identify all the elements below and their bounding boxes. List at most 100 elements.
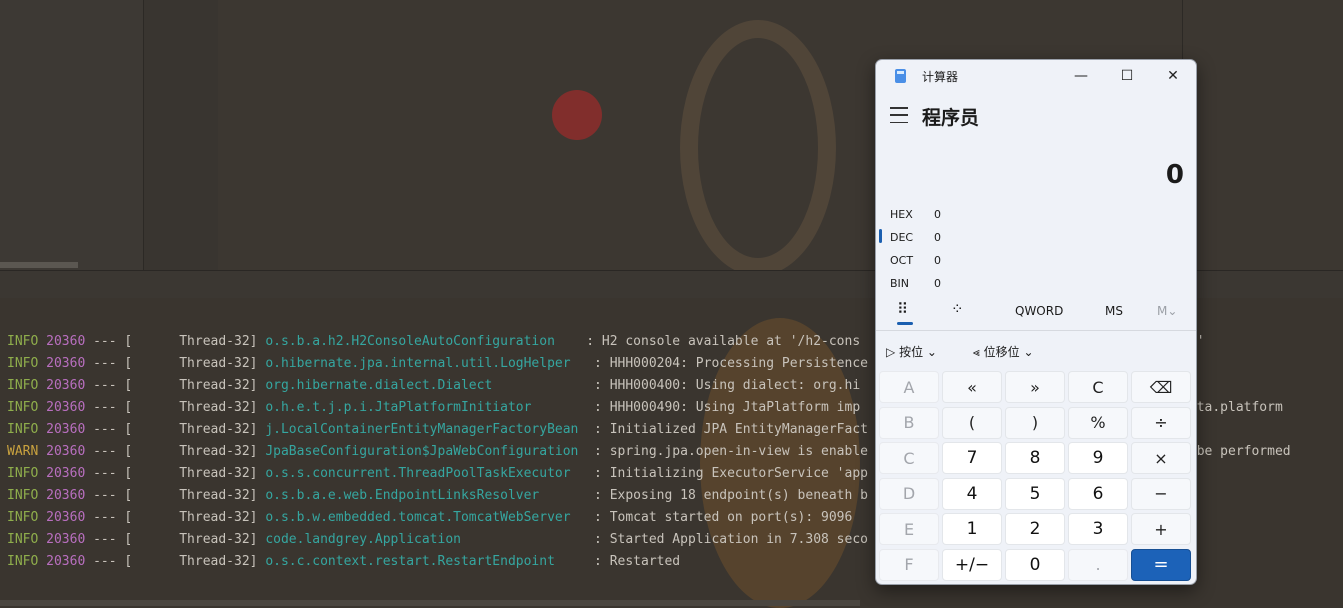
key-hex-1-0[interactable]: B bbox=[879, 406, 939, 439]
key-hex-4-0[interactable]: E bbox=[879, 513, 939, 545]
log-level: INFO bbox=[7, 466, 39, 481]
log-message: : Exposing 18 endpoint(s) beneath b bbox=[586, 488, 868, 503]
log-logger: j.LocalContainerEntityManagerFactoryBean bbox=[265, 422, 587, 437]
log-separator: --- [ bbox=[85, 488, 133, 503]
log-thread: Thread-32] bbox=[132, 356, 258, 371]
key-hex-3-0[interactable]: D bbox=[879, 477, 939, 510]
key-2-4[interactable]: × bbox=[1131, 442, 1191, 474]
log-logger: code.landgrey.Application bbox=[265, 532, 587, 547]
base-value: 0 bbox=[934, 277, 941, 290]
word-size-button[interactable]: QWORD bbox=[1015, 304, 1063, 318]
log-level: INFO bbox=[7, 510, 39, 525]
base-label: BIN bbox=[890, 277, 910, 290]
log-message: : Tomcat started on port(s): 9096 bbox=[586, 510, 853, 525]
memory-store-button[interactable]: MS bbox=[1105, 304, 1123, 318]
console-horizontal-scrollbar[interactable] bbox=[0, 600, 860, 606]
key-5-2[interactable]: 0 bbox=[1005, 548, 1065, 581]
calculator-window: 计算器 — ☐ ✕ 程序员 0 HEX 0 DEC 0 OCT 0 BIN 0 ⠿ ⁘ … bbox=[875, 59, 1197, 585]
log-pid: 20360 bbox=[46, 466, 86, 481]
full-keypad-icon[interactable]: ⠿ bbox=[897, 300, 908, 318]
log-level: INFO bbox=[7, 378, 39, 393]
key-0-2[interactable]: » bbox=[1005, 371, 1065, 403]
key-5-3[interactable]: . bbox=[1068, 548, 1128, 581]
result-display: 0 bbox=[1165, 160, 1184, 190]
key-2-3[interactable]: 9 bbox=[1068, 442, 1128, 474]
key-3-2[interactable]: 5 bbox=[1005, 477, 1065, 510]
base-value: 0 bbox=[934, 254, 941, 267]
log-level: INFO bbox=[7, 532, 39, 547]
bitshift-label: 位移位 bbox=[983, 345, 1020, 359]
log-logger: o.s.b.w.embedded.tomcat.TomcatWebServer bbox=[265, 510, 587, 525]
base-bin[interactable]: BIN 0 bbox=[890, 277, 941, 290]
log-separator: --- [ bbox=[85, 466, 133, 481]
bit-toggle-keypad-icon[interactable]: ⁘ bbox=[951, 300, 964, 318]
maximize-button[interactable]: ☐ bbox=[1104, 60, 1150, 92]
key-3-4[interactable]: − bbox=[1131, 477, 1191, 510]
bitshift-dropdown[interactable]: ⪡ 位移位 ⌄ bbox=[973, 343, 1034, 360]
log-pid: 20360 bbox=[46, 510, 86, 525]
key-4-3[interactable]: 3 bbox=[1068, 513, 1128, 545]
key-1-2[interactable]: ) bbox=[1005, 406, 1065, 439]
log-separator: --- [ bbox=[85, 356, 133, 371]
log-thread: Thread-32] bbox=[132, 444, 258, 459]
key-0-4[interactable]: ⌫ bbox=[1131, 371, 1191, 403]
log-thread: Thread-32] bbox=[132, 510, 258, 525]
log-message: : HHH000204: Processing Persistence bbox=[586, 356, 868, 371]
divider bbox=[876, 330, 1196, 331]
log-logger: o.h.e.t.j.p.i.JtaPlatformInitiator bbox=[265, 400, 587, 415]
key-5-4[interactable]: = bbox=[1131, 548, 1191, 581]
log-pid: 20360 bbox=[46, 444, 86, 459]
log-pid: 20360 bbox=[46, 334, 86, 349]
log-level: INFO bbox=[7, 400, 39, 415]
key-1-4[interactable]: ÷ bbox=[1131, 406, 1191, 439]
log-pid: 20360 bbox=[46, 422, 86, 437]
log-pid: 20360 bbox=[46, 488, 86, 503]
key-hex-2-0[interactable]: C bbox=[879, 442, 939, 474]
key-2-2[interactable]: 8 bbox=[1005, 442, 1065, 474]
log-separator: --- [ bbox=[85, 422, 133, 437]
key-0-1[interactable]: « bbox=[942, 371, 1002, 403]
key-hex-5-0[interactable]: F bbox=[879, 548, 939, 581]
key-2-1[interactable]: 7 bbox=[942, 442, 1002, 474]
bitwise-icon: ▷ bbox=[886, 345, 896, 359]
key-hex-0-0[interactable]: A bbox=[879, 371, 939, 403]
active-tab-indicator bbox=[897, 322, 913, 325]
window-title: 计算器 bbox=[922, 70, 959, 84]
horizontal-scrollbar[interactable] bbox=[0, 262, 78, 268]
key-5-1[interactable]: +/− bbox=[942, 548, 1002, 581]
chevron-down-icon: ⌄ bbox=[926, 345, 937, 359]
base-value: 0 bbox=[934, 208, 941, 221]
calculator-app-icon bbox=[895, 69, 906, 83]
wallpaper-ring-decoration bbox=[680, 20, 836, 276]
close-button[interactable]: ✕ bbox=[1150, 60, 1196, 92]
selected-base-indicator bbox=[879, 229, 882, 243]
base-hex[interactable]: HEX 0 bbox=[890, 208, 941, 221]
log-message: : Initialized JPA EntityManagerFact bbox=[586, 422, 868, 437]
log-level: INFO bbox=[7, 488, 39, 503]
log-logger: o.hibernate.jpa.internal.util.LogHelper bbox=[265, 356, 587, 371]
log-logger: org.hibernate.dialect.Dialect bbox=[265, 378, 587, 393]
base-oct[interactable]: OCT 0 bbox=[890, 254, 941, 267]
bitwise-label: 按位 bbox=[899, 345, 924, 359]
log-logger: o.s.s.concurrent.ThreadPoolTaskExecutor bbox=[265, 466, 587, 481]
key-0-3[interactable]: C bbox=[1068, 371, 1128, 403]
log-pid: 20360 bbox=[46, 554, 86, 569]
key-3-1[interactable]: 4 bbox=[942, 477, 1002, 510]
key-1-3[interactable]: % bbox=[1068, 406, 1128, 439]
calculator-titlebar[interactable]: 计算器 — ☐ ✕ bbox=[876, 60, 1196, 92]
log-thread: Thread-32] bbox=[132, 378, 258, 393]
key-4-2[interactable]: 2 bbox=[1005, 513, 1065, 545]
base-dec[interactable]: DEC 0 bbox=[890, 231, 941, 244]
key-3-3[interactable]: 6 bbox=[1068, 477, 1128, 510]
hamburger-menu-icon[interactable] bbox=[890, 105, 908, 125]
minimize-button[interactable]: — bbox=[1058, 60, 1104, 92]
log-logger: o.s.b.a.e.web.EndpointLinksResolver bbox=[265, 488, 587, 503]
chevron-down-icon: ⌄ bbox=[1023, 345, 1034, 359]
bitwise-dropdown[interactable]: ▷ 按位 ⌄ bbox=[886, 343, 937, 360]
memory-list-button[interactable]: M⌄ bbox=[1157, 304, 1177, 318]
key-1-1[interactable]: ( bbox=[942, 406, 1002, 439]
key-4-4[interactable]: + bbox=[1131, 513, 1191, 545]
log-level: WARN bbox=[7, 444, 39, 459]
key-4-1[interactable]: 1 bbox=[942, 513, 1002, 545]
log-thread: Thread-32] bbox=[132, 554, 258, 569]
